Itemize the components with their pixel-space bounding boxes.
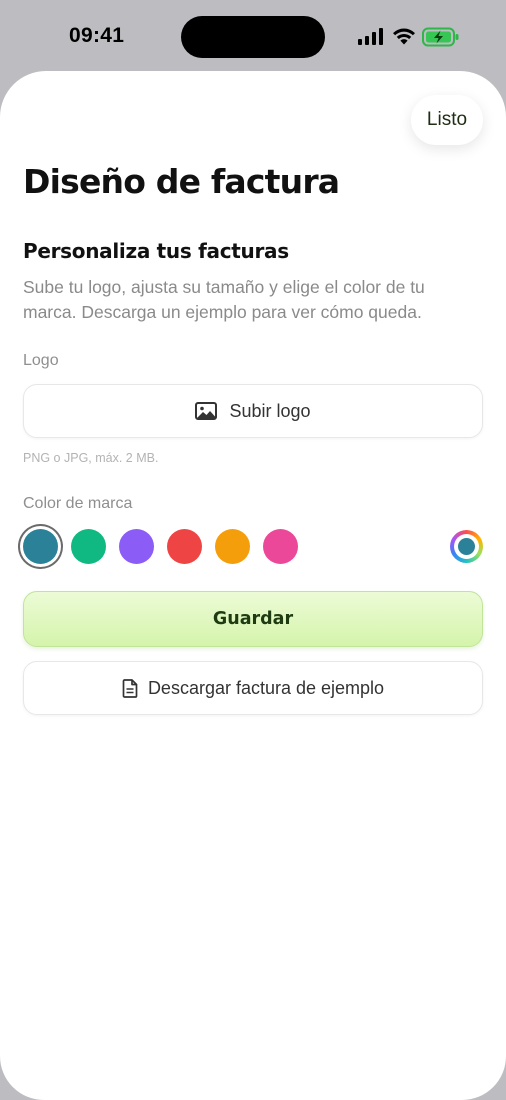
section-heading: Personaliza tus facturas <box>23 239 289 263</box>
color-swatch-teal[interactable] <box>23 529 58 564</box>
battery-charging-icon <box>422 27 459 47</box>
color-swatch-purple[interactable] <box>119 529 154 564</box>
wifi-icon <box>393 28 415 45</box>
color-swatch-red[interactable] <box>167 529 202 564</box>
sheet <box>0 71 506 1100</box>
status-time: 09:41 <box>69 24 125 47</box>
image-icon <box>195 402 218 420</box>
color-swatch-green[interactable] <box>71 529 106 564</box>
cellular-signal-icon <box>358 28 384 45</box>
color-swatch-orange[interactable] <box>215 529 250 564</box>
brand-color-label: Color de marca <box>23 495 133 512</box>
download-sample-invoice-button[interactable]: Descargar factura de ejemplo <box>23 661 483 715</box>
page-title: Diseño de factura <box>23 162 340 201</box>
upload-logo-button[interactable]: Subir logo <box>23 384 483 438</box>
save-button[interactable]: Guardar <box>23 591 483 647</box>
document-icon <box>122 678 138 698</box>
status-bar: 09:41 <box>0 0 506 72</box>
color-wheel-inner <box>454 534 479 559</box>
dynamic-island <box>181 16 325 58</box>
logo-hint: PNG o JPG, máx. 2 MB. <box>23 451 159 465</box>
color-wheel-icon[interactable] <box>450 530 483 563</box>
section-description: Sube tu logo, ajusta su tamaño y elige e… <box>23 277 425 322</box>
done-button[interactable]: Listo <box>411 95 483 145</box>
download-sample-label: Descargar factura de ejemplo <box>147 677 385 698</box>
color-swatch-pink[interactable] <box>263 529 298 564</box>
upload-logo-label: Subir logo <box>229 400 311 421</box>
logo-label: Logo <box>23 352 59 369</box>
custom-color-preview <box>458 538 475 555</box>
